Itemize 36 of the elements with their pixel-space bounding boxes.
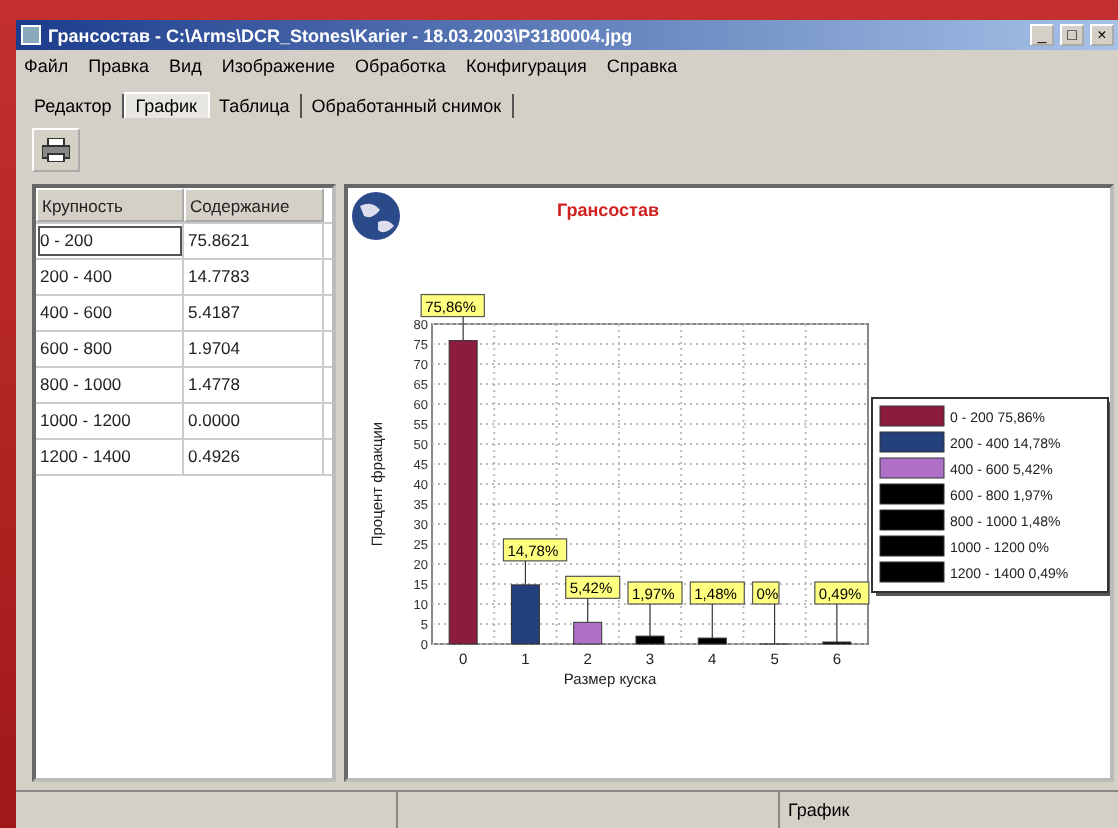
table-cell: 0.4926 [184, 440, 324, 474]
table-cell: 14.7783 [184, 260, 324, 294]
table-cell: 600 - 800 [36, 332, 184, 366]
table-cell: 5.4187 [184, 296, 324, 330]
minimize-button[interactable]: _ [1030, 24, 1054, 46]
column-header[interactable]: Содержание [184, 188, 324, 222]
column-header[interactable]: Крупность [36, 188, 184, 222]
menu-item[interactable]: Файл [24, 56, 69, 80]
status-text: График [786, 798, 852, 820]
table-cell: 400 - 600 [36, 296, 184, 330]
table-cell: 0 - 200 [36, 224, 184, 258]
table-cell: 75.8621 [184, 224, 324, 258]
menu-item[interactable]: Вид [169, 56, 202, 80]
menu-item[interactable]: Обработка [355, 56, 446, 80]
menu-item[interactable]: Правка [88, 56, 150, 80]
tab[interactable]: График [123, 92, 209, 118]
table-cell: 1000 - 1200 [36, 404, 184, 438]
table-cell: 1.9704 [184, 332, 324, 366]
close-button[interactable]: × [1090, 24, 1114, 46]
menu-item[interactable]: Изображение [221, 56, 336, 80]
window-title: Грансостав - C:\Arms\DCR_Stones\Karier - 18.03.2003\P3180004.jpg [48, 25, 635, 45]
app-icon [20, 24, 42, 46]
table-cell: 0.0000 [184, 404, 324, 438]
print-button[interactable] [32, 128, 80, 172]
menu-item[interactable]: Справка [606, 56, 678, 80]
menu-item[interactable]: Конфигурация [465, 56, 587, 80]
tab[interactable]: Таблица [209, 94, 302, 118]
table-cell: 800 - 1000 [36, 368, 184, 402]
table-cell: 1200 - 1400 [36, 440, 184, 474]
maximize-button[interactable]: □ [1060, 24, 1084, 46]
printer-icon [42, 138, 70, 162]
table-cell: 200 - 400 [36, 260, 184, 294]
table-cell: 1.4778 [184, 368, 324, 402]
tab[interactable]: Обработанный снимок [301, 94, 514, 118]
chart-title: Грансостав [556, 200, 660, 220]
globe-icon [352, 192, 400, 240]
